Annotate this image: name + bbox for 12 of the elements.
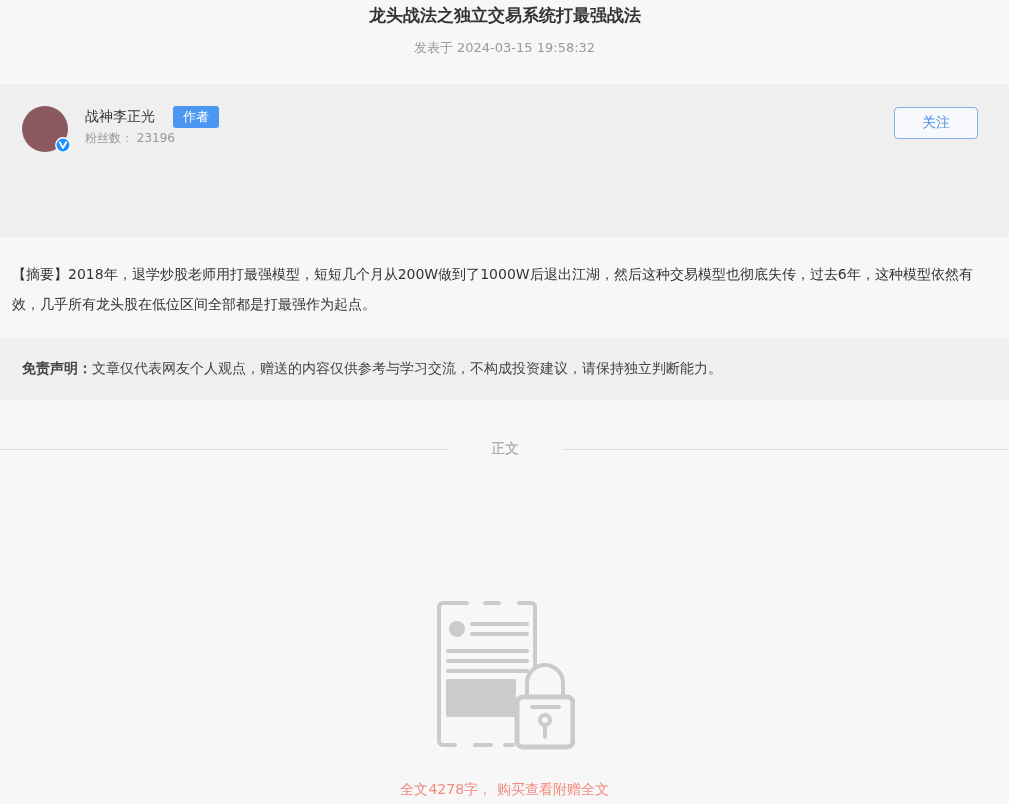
locked-document-icon [434,601,575,751]
follower-count: 粉丝数： 23196 [85,130,176,147]
disclaimer-text: 免责声明：文章仅代表网友个人观点，赠送的内容仅供参考与学习交流，不构成投资建议，请保持独立判断能力。 [22,360,722,378]
avatar [22,106,68,152]
follow-button[interactable]: 关注 [894,107,978,139]
summary-text: 【摘要】2018年，退学炒股老师用打最强模型，短短几个月从200W做到了1000W后退出江湖，然后这种交易模型也彻底失传，过去6年，这种模型依然有效，几乎所有龙头股在低位区间全部都是打最强作为起点。 [11,265,974,314]
section-label: 正文 [489,440,520,458]
article-title: 龙头战法之独立交易系统打最强战法 [368,4,641,27]
author-name[interactable]: 战神李正光 [85,108,155,126]
author-tag: 作者 [173,106,219,128]
publish-date: 发表于 2024-03-15 19:58:32 [413,39,596,57]
purchase-notice[interactable]: 全文4278字， 购买查看附赠全文 [400,781,609,799]
